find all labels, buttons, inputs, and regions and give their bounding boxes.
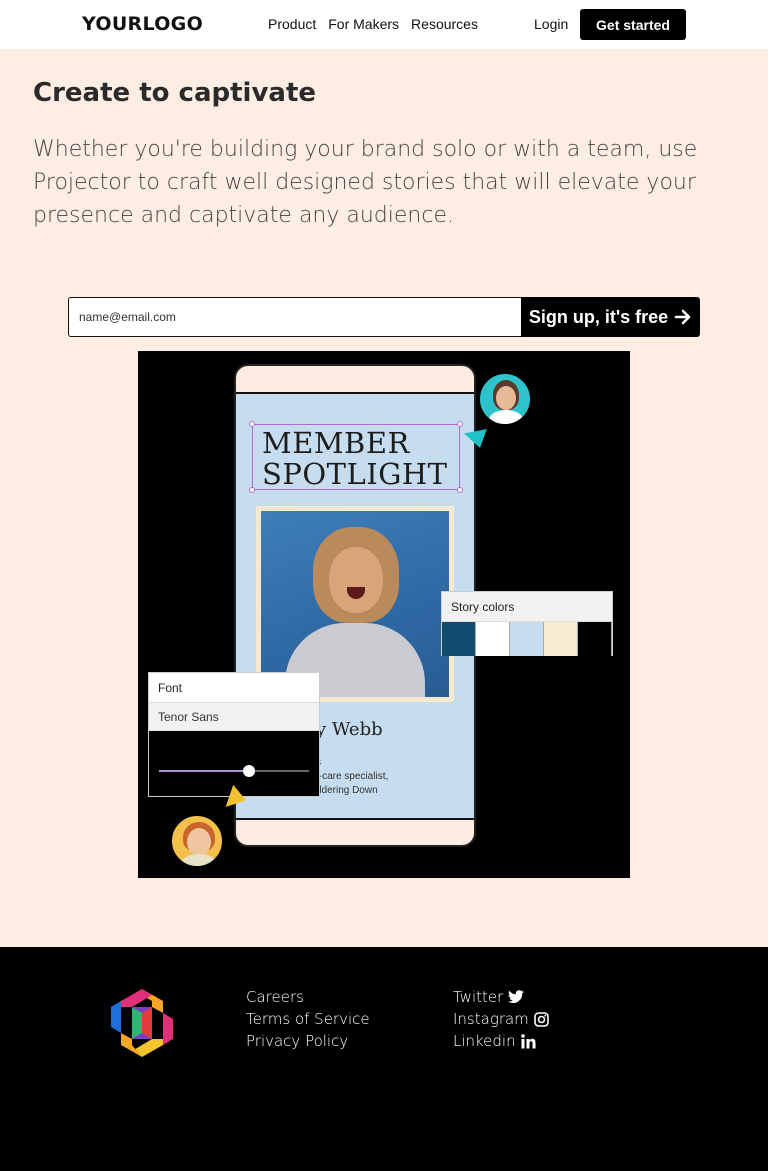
footer-link-terms[interactable]: Terms of Service bbox=[246, 1010, 370, 1028]
brand-logo-icon[interactable] bbox=[111, 987, 173, 1059]
social-label: Twitter bbox=[453, 988, 504, 1006]
social-twitter[interactable]: Twitter bbox=[453, 988, 549, 1006]
font-panel: Font Tenor Sans bbox=[148, 672, 320, 797]
linkedin-icon bbox=[520, 1033, 536, 1048]
logo[interactable]: YOURLOGO bbox=[82, 13, 203, 35]
main-nav: Product For Makers Resources bbox=[268, 16, 478, 32]
social-instagram[interactable]: Instagram bbox=[453, 1010, 549, 1028]
signup-button[interactable]: Sign up, it's free bbox=[521, 297, 700, 337]
nav-item-product[interactable]: Product bbox=[268, 16, 316, 32]
nav-item-resources[interactable]: Resources bbox=[411, 16, 478, 32]
signup-button-label: Sign up, it's free bbox=[528, 306, 669, 327]
member-bio: s f-care specialist, ddering Down bbox=[316, 756, 388, 798]
spotlight-title-line1: MEMBER bbox=[262, 426, 410, 460]
member-name: y Webb bbox=[316, 719, 383, 740]
story-colors-label: Story colors bbox=[442, 592, 612, 622]
nav-item-for-makers[interactable]: For Makers bbox=[328, 16, 399, 32]
get-started-button[interactable]: Get started bbox=[580, 9, 686, 40]
spotlight-title-line2: SPOTLIGHT bbox=[262, 457, 448, 491]
font-name: Tenor Sans bbox=[149, 703, 319, 731]
social-label: Instagram bbox=[453, 1010, 529, 1028]
spotlight-title: MEMBER SPOTLIGHT bbox=[262, 428, 448, 490]
footer-links: Careers Terms of Service Privacy Policy bbox=[246, 988, 370, 1050]
twitter-icon bbox=[508, 990, 525, 1004]
slider-thumb bbox=[243, 765, 255, 777]
footer-link-privacy[interactable]: Privacy Policy bbox=[246, 1032, 370, 1050]
color-swatch bbox=[544, 622, 578, 656]
footer: Careers Terms of Service Privacy Policy … bbox=[0, 947, 768, 1171]
collaborator-avatar bbox=[170, 814, 224, 868]
hero-section: Create to captivate Whether you're build… bbox=[0, 49, 768, 947]
social-links: Twitter Instagram Linkedin bbox=[453, 988, 549, 1050]
collaborator-avatar bbox=[478, 372, 532, 426]
color-swatch bbox=[442, 622, 476, 656]
product-illustration: MEMBER SPOTLIGHT y Webb s f-care special… bbox=[138, 351, 630, 878]
bio-line: ddering Down bbox=[316, 785, 378, 796]
font-size-slider bbox=[159, 765, 309, 777]
hero-description: Whether you're building your brand solo … bbox=[33, 137, 698, 228]
hero-title: Create to captivate bbox=[33, 78, 317, 108]
bio-line: f-care specialist, bbox=[316, 771, 389, 782]
signup-form: Sign up, it's free bbox=[68, 297, 700, 337]
color-swatches bbox=[442, 622, 612, 656]
story-colors-panel: Story colors bbox=[441, 591, 613, 656]
email-input[interactable] bbox=[68, 297, 522, 337]
social-linkedin[interactable]: Linkedin bbox=[453, 1032, 549, 1050]
header: YOURLOGO Product For Makers Resources Lo… bbox=[0, 0, 768, 49]
instagram-icon bbox=[533, 1011, 549, 1027]
color-swatch bbox=[476, 622, 510, 656]
color-swatch bbox=[578, 622, 612, 656]
social-label: Linkedin bbox=[453, 1032, 516, 1050]
font-label: Font bbox=[149, 673, 319, 703]
color-swatch bbox=[510, 622, 544, 656]
footer-link-careers[interactable]: Careers bbox=[246, 988, 370, 1006]
bio-line: s bbox=[316, 756, 388, 770]
arrow-right-icon bbox=[674, 309, 691, 325]
login-link[interactable]: Login bbox=[534, 16, 568, 32]
